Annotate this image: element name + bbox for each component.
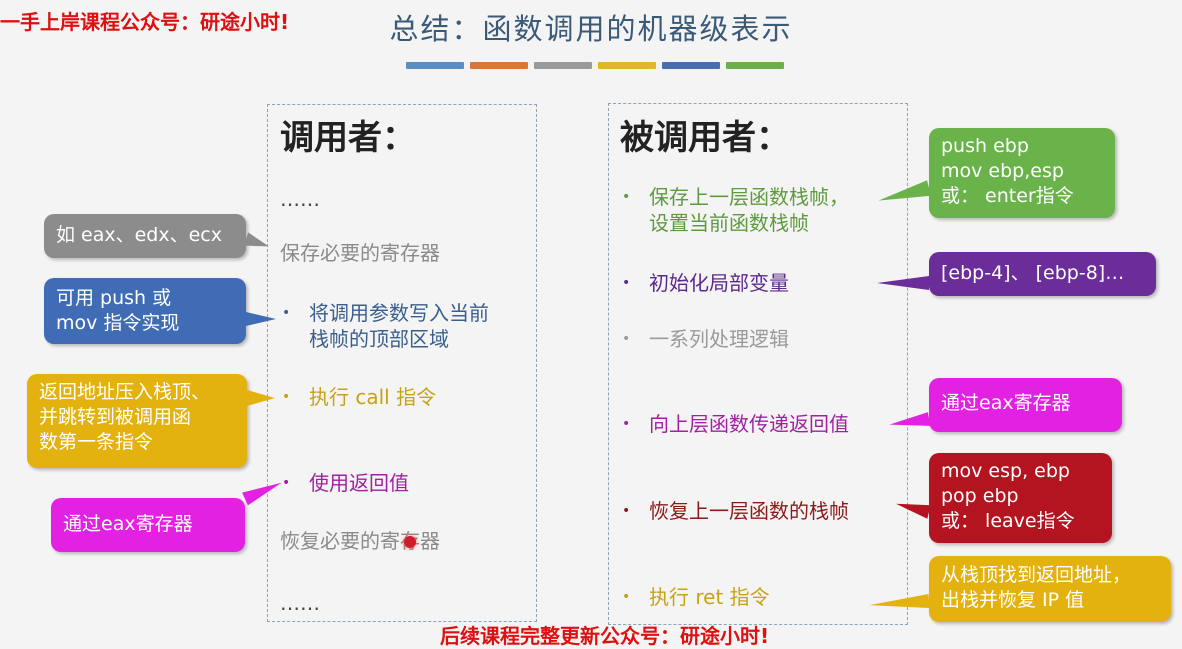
- bullet-icon: •: [622, 189, 631, 205]
- caller-item-restore-regs: 恢复必要的寄存器: [280, 529, 440, 553]
- callout-call: 返回地址压入栈顶、 并跳转到被调用函 数第一条指令: [27, 374, 247, 468]
- laser-pointer-dot: [404, 536, 416, 548]
- callout-pointer: [246, 312, 276, 326]
- callee-item-init-locals: 初始化局部变量: [649, 271, 789, 295]
- callout-line: 并跳转到被调用函: [39, 406, 192, 428]
- caller-item-call: 执行 call 指令: [309, 385, 437, 409]
- callee-item-save-frame: 保存上一层函数栈帧， 设置当前函数栈帧: [649, 184, 849, 236]
- bullet-icon: •: [622, 331, 631, 347]
- callee-item-logic: 一系列处理逻辑: [649, 327, 789, 351]
- callout-line: 出栈并恢复 IP 值: [941, 589, 1085, 611]
- callout-line: pop ebp: [941, 485, 1019, 507]
- callee-item-save-frame-line2: 设置当前函数栈帧: [649, 211, 809, 235]
- callout-line: 或： enter指令: [941, 185, 1074, 207]
- caller-item-use-return: 使用返回值: [309, 471, 409, 495]
- color-segment: [662, 62, 720, 69]
- bullet-icon: •: [622, 416, 631, 432]
- color-segment: [534, 62, 592, 69]
- bottom-watermark: 后续课程完整更新公众号：研途小时!: [440, 624, 770, 648]
- callout-push-mov: 可用 push 或 mov 指令实现: [44, 278, 246, 344]
- callee-item-restore-frame: 恢复上一层函数的栈帧: [649, 499, 849, 523]
- bullet-icon: •: [622, 503, 631, 519]
- callout-locals: [ebp-4]、 [ebp-8]…: [929, 252, 1156, 296]
- callout-line: 如 eax、edx、ecx: [56, 224, 222, 246]
- callout-line: push ebp: [941, 135, 1029, 157]
- callout-line: [ebp-4]、 [ebp-8]…: [941, 262, 1125, 284]
- callout-ret: 从栈顶找到返回地址， 出栈并恢复 IP 值: [929, 556, 1171, 622]
- callout-eax-right: 通过eax寄存器: [929, 378, 1122, 432]
- callee-panel: [608, 103, 908, 625]
- callout-regs: 如 eax、edx、ecx: [44, 214, 246, 258]
- callout-line: 数第一条指令: [39, 431, 154, 453]
- bullet-icon: •: [622, 589, 631, 605]
- color-segment: [598, 62, 656, 69]
- caller-heading: 调用者：: [280, 118, 416, 158]
- caller-item-write-args-line1: 将调用参数写入当前: [309, 301, 489, 325]
- callee-heading: 被调用者：: [620, 118, 790, 158]
- title-color-bar: [406, 62, 784, 69]
- callout-line: mov ebp,esp: [941, 160, 1064, 182]
- callout-pointer: [877, 276, 929, 290]
- callout-line: 通过eax寄存器: [63, 513, 193, 535]
- bullet-icon: •: [282, 389, 291, 405]
- callout-line: 通过eax寄存器: [941, 392, 1071, 414]
- bullet-icon: •: [282, 305, 291, 321]
- callout-line: 可用 push 或: [56, 287, 172, 309]
- bullet-icon: •: [622, 275, 631, 291]
- color-segment: [470, 62, 528, 69]
- callout-line: mov 指令实现: [56, 312, 180, 334]
- slide-title: 总结：函数调用的机器级表示: [389, 12, 793, 46]
- caller-item-write-args-line2: 栈帧的顶部区域: [309, 327, 449, 351]
- callout-line: 从栈顶找到返回地址，: [941, 564, 1132, 586]
- callout-line: 或： leave指令: [941, 510, 1075, 532]
- callout-push-ebp: push ebp mov ebp,esp 或： enter指令: [929, 128, 1115, 218]
- color-segment: [726, 62, 784, 69]
- callee-item-save-frame-line1: 保存上一层函数栈帧，: [649, 185, 849, 209]
- callout-line: mov esp, ebp: [941, 460, 1070, 482]
- caller-item-ellipsis-top: ……: [280, 187, 320, 211]
- callout-pointer: [247, 390, 275, 406]
- callee-item-ret: 执行 ret 指令: [649, 585, 770, 609]
- color-segment: [406, 62, 464, 69]
- callee-item-return-value: 向上层函数传递返回值: [649, 412, 849, 436]
- callout-leave: mov esp, ebp pop ebp 或： leave指令: [929, 453, 1112, 543]
- caller-item-ellipsis-bottom: ……: [280, 591, 320, 615]
- callout-pointer: [868, 594, 930, 613]
- caller-item-write-args: 将调用参数写入当前 栈帧的顶部区域: [309, 300, 489, 352]
- callout-eax-left: 通过eax寄存器: [51, 498, 245, 552]
- callout-line: 返回地址压入栈顶、: [39, 381, 211, 403]
- caller-item-save-regs: 保存必要的寄存器: [280, 241, 440, 265]
